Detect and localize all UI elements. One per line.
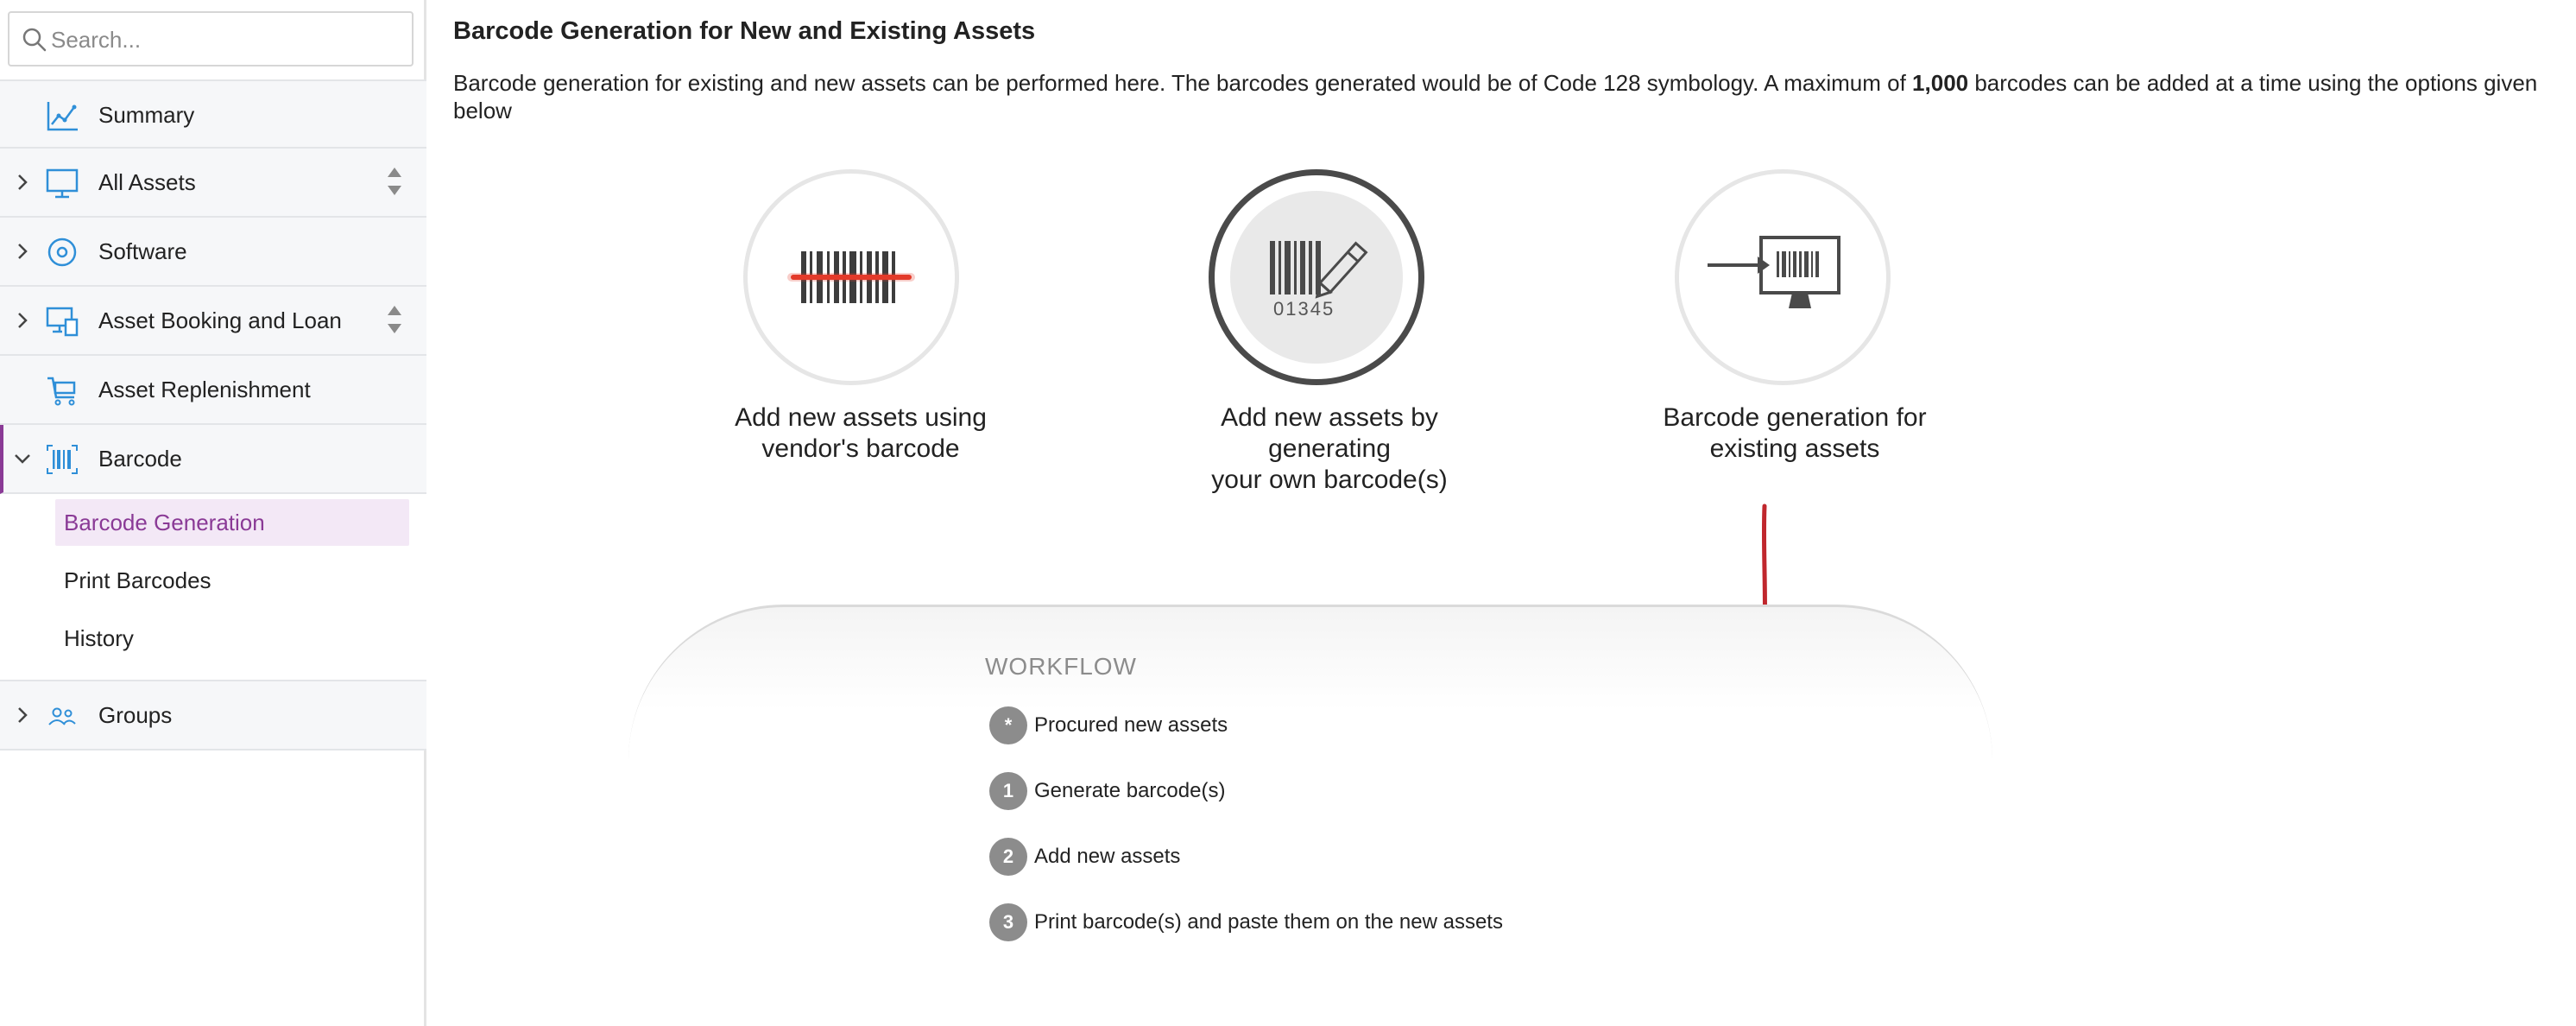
users-icon xyxy=(48,707,76,725)
description-text: Barcode generation for existing and new … xyxy=(453,70,1913,96)
sidebar-item-label: All Assets xyxy=(98,169,196,195)
sidebar-subitem-history[interactable]: History xyxy=(55,615,409,662)
sidebar-item-label: Asset Replenishment xyxy=(98,377,311,402)
cart-icon xyxy=(47,377,76,406)
sidebar-item-all-assets[interactable]: All Assets xyxy=(0,149,426,218)
chevron-right-icon[interactable] xyxy=(12,241,33,262)
option-label-line: existing assets xyxy=(1709,434,1880,463)
sidebar-item-asset-replenishment[interactable]: Asset Replenishment xyxy=(0,356,426,425)
option-label-line: your own barcode(s) xyxy=(1211,466,1448,494)
search-input[interactable] xyxy=(51,22,396,58)
workflow-step-badge: 3 xyxy=(989,903,1027,941)
workflow-step-badge: * xyxy=(989,706,1027,744)
barcode-scan-icon xyxy=(787,251,915,303)
sort-handle-icon[interactable] xyxy=(385,164,404,199)
sidebar-item-summary[interactable]: Summary xyxy=(0,79,426,149)
summary-chart-icon xyxy=(47,102,78,131)
barcode-submenu: Barcode Generation Print Barcodes Histor… xyxy=(0,494,426,681)
sidebar-item-label: Barcode xyxy=(98,446,182,472)
search-icon xyxy=(22,28,47,52)
chevron-right-icon[interactable] xyxy=(12,705,33,725)
option-label-line: Add new assets by xyxy=(1221,403,1438,432)
sidebar-item-label: Asset Booking and Loan xyxy=(98,307,342,333)
option-label-line: Barcode generation for xyxy=(1663,403,1927,432)
sidebar-item-label: Groups xyxy=(98,702,173,728)
barcode-number: 01345 xyxy=(1273,298,1335,320)
disc-icon xyxy=(47,238,77,267)
option-label-line: vendor's barcode xyxy=(761,434,960,463)
sidebar-item-software[interactable]: Software xyxy=(0,218,426,287)
workflow-step-text: Print barcode(s) and paste them on the n… xyxy=(1034,910,1503,934)
monitor-icon xyxy=(46,168,79,199)
page-description: Barcode generation for existing and new … xyxy=(453,69,2560,124)
workflow-title: WORKFLOW xyxy=(985,653,1137,680)
option-circle[interactable] xyxy=(1675,169,1891,385)
option-vendor-barcode[interactable]: Add new assets using vendor's barcode xyxy=(688,169,1033,480)
description-max-count: 1,000 xyxy=(1912,70,1969,96)
workflow-step: 3 Print barcode(s) and paste them on the… xyxy=(989,903,1766,941)
workflow-step: * Procured new assets xyxy=(989,706,1766,744)
workflow-step-text: Procured new assets xyxy=(1034,713,1228,737)
chevron-right-icon[interactable] xyxy=(12,310,33,331)
workflow-step: 2 Add new assets xyxy=(989,838,1766,876)
sidebar-subitem-print-barcodes[interactable]: Print Barcodes xyxy=(55,557,409,604)
workflow-step: 1 Generate barcode(s) xyxy=(989,772,1766,810)
workflow-step-badge: 1 xyxy=(989,772,1027,810)
chevron-right-icon[interactable] xyxy=(12,172,33,193)
option-existing-assets[interactable]: Barcode generation for existing assets xyxy=(1622,169,1967,480)
barcode-existing-icon xyxy=(1708,236,1840,308)
option-circle[interactable] xyxy=(743,169,959,385)
sidebar-nav: Summary All Assets Software Asset Bookin… xyxy=(0,79,426,750)
option-label-line: Add new assets using xyxy=(735,403,987,432)
option-label: Add new assets by generating your own ba… xyxy=(1157,402,1502,496)
workflow-step-text: Add new assets xyxy=(1034,845,1181,868)
sort-handle-icon[interactable] xyxy=(385,302,404,337)
sidebar: Summary All Assets xyxy=(0,0,426,1026)
option-label: Barcode generation for existing assets xyxy=(1622,402,1967,465)
sidebar-subitem-barcode-generation[interactable]: Barcode Generation xyxy=(55,499,409,546)
sidebar-item-groups[interactable]: Groups xyxy=(0,681,426,750)
option-generate-barcode[interactable]: 01345 Add new assets by generating your … xyxy=(1157,169,1502,515)
search-box[interactable] xyxy=(8,11,414,66)
barcode-generate-icon: 01345 xyxy=(1270,241,1368,320)
page-title: Barcode Generation for New and Existing … xyxy=(453,17,1036,45)
workflow-step-badge: 2 xyxy=(989,838,1027,876)
option-circle[interactable]: 01345 xyxy=(1209,169,1424,385)
chevron-down-icon[interactable] xyxy=(12,448,33,469)
sidebar-item-asset-booking[interactable]: Asset Booking and Loan xyxy=(0,287,426,356)
option-label-line: generating xyxy=(1268,434,1391,463)
option-label: Add new assets using vendor's barcode xyxy=(688,402,1033,465)
asset-booking-icon xyxy=(46,307,79,337)
sidebar-item-label: Software xyxy=(98,238,187,264)
barcode-icon xyxy=(47,445,78,474)
sidebar-item-barcode[interactable]: Barcode xyxy=(0,425,426,494)
sidebar-item-label: Summary xyxy=(98,102,195,128)
app-root: Summary All Assets xyxy=(0,0,2576,1026)
workflow-step-text: Generate barcode(s) xyxy=(1034,779,1226,802)
